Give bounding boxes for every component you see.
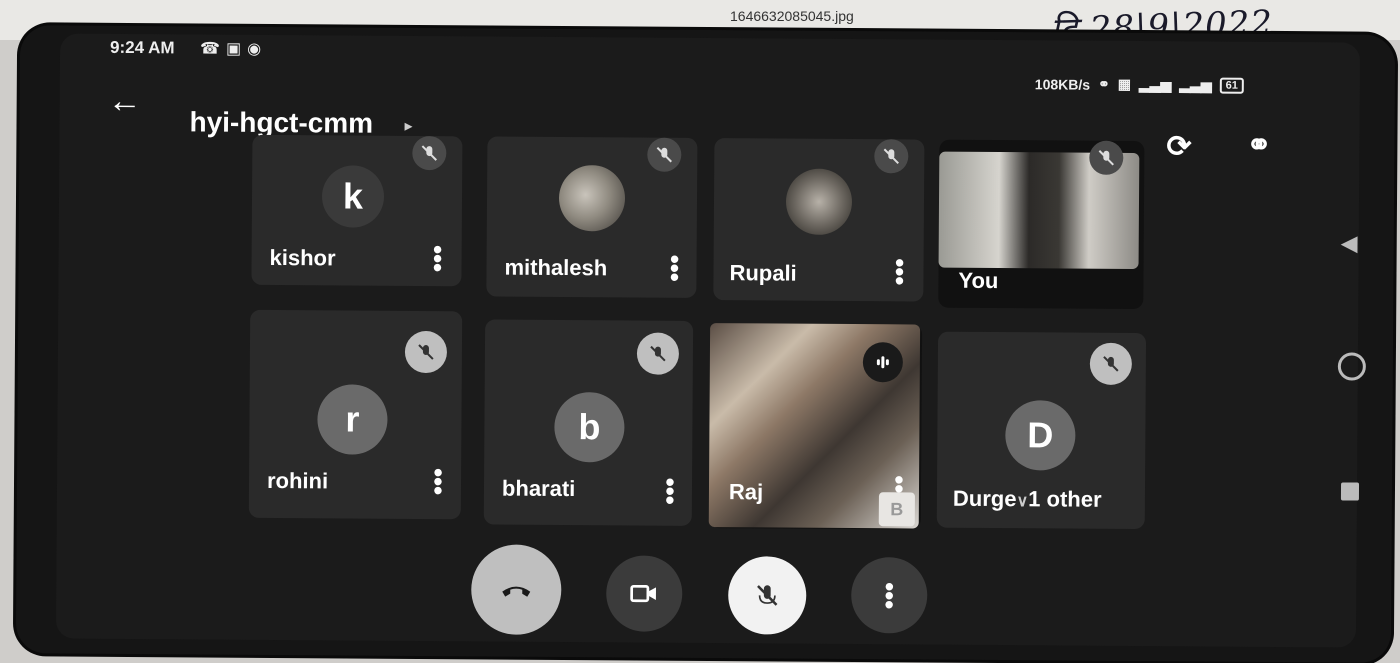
phone-frame: 9:24 AM ☎ ▣ ◉ 108KB/s ⚭ ▦ ▂▃▅ ▂▃▅ 61 ← h…: [15, 25, 1396, 663]
participant-name: Raj: [728, 479, 764, 505]
participant-name: You: [958, 267, 999, 294]
participant-tile-you[interactable]: You: [938, 139, 1145, 310]
more-options-icon[interactable]: •••: [432, 234, 444, 282]
avatar-photo: [558, 164, 626, 232]
avatar: r: [317, 384, 388, 455]
mic-off-icon: [874, 139, 909, 174]
participant-name: Durge∨1 other: [952, 485, 1102, 512]
avatar: D: [1005, 400, 1076, 471]
participant-name: bharati: [501, 475, 576, 502]
avatar: k: [321, 165, 385, 228]
mic-off-icon: [647, 137, 682, 172]
mic-toggle-button[interactable]: [727, 556, 807, 635]
more-options-icon[interactable]: •••: [432, 457, 444, 505]
avatar: b: [554, 391, 625, 463]
participant-tile-bharati[interactable]: b bharati • • •: [483, 319, 694, 526]
participant-tile-rohini[interactable]: r rohini • • •: [248, 309, 463, 520]
status-right-icons: 108KB/s ⚭ ▦ ▂▃▅ ▂▃▅ 61: [1034, 75, 1244, 94]
more-options-icon[interactable]: •••: [893, 247, 905, 295]
mic-off-icon: [1089, 342, 1133, 385]
app-icon: ▣: [225, 40, 242, 58]
data-rate: 108KB/s: [1034, 75, 1091, 93]
mic-off-icon: [412, 135, 447, 171]
more-options-icon[interactable]: •••: [668, 244, 680, 292]
participant-name: rohini: [266, 467, 329, 494]
signal-icon: ▂▃▅: [1179, 76, 1212, 93]
self-preview-thumbnail: B: [878, 492, 915, 527]
participant-tile-kishor[interactable]: k kishor • • •: [251, 134, 463, 287]
screen: 9:24 AM ☎ ▣ ◉ 108KB/s ⚭ ▦ ▂▃▅ ▂▃▅ 61 ← h…: [55, 33, 1366, 648]
end-call-button[interactable]: [470, 544, 562, 635]
home-circle-icon[interactable]: [1337, 352, 1366, 381]
switch-camera-icon[interactable]: ⟳: [1166, 129, 1191, 164]
participant-tile-durge[interactable]: D Durge∨1 other: [936, 331, 1147, 530]
mic-off-icon: [636, 332, 680, 375]
back-arrow-icon[interactable]: ←: [108, 82, 142, 121]
participant-tile-mithalesh[interactable]: mithalesh • • •: [486, 136, 698, 298]
more-options-icon[interactable]: •••: [664, 467, 676, 515]
more-options-icon: • • •: [884, 570, 894, 619]
more-options-button[interactable]: • • •: [850, 557, 928, 634]
status-left-icons: ☎ ▣ ◉: [200, 38, 261, 58]
vpn-icon: ▦: [1117, 75, 1132, 92]
whatsapp-icon: ☎: [199, 40, 221, 58]
audio-output-icon[interactable]: ⚭: [1246, 128, 1271, 163]
battery-icon: 61: [1219, 77, 1244, 94]
photo-filename: 1646632085045.jpg: [730, 8, 854, 24]
speaking-indicator-icon: [862, 342, 904, 383]
mic-off-icon: [404, 330, 448, 374]
avatar-photo: [785, 168, 853, 236]
signal-icon: ▂▃▅: [1139, 76, 1172, 93]
participant-tile-raj[interactable]: Raj ••• B: [708, 323, 923, 530]
mic-off-icon: [1089, 140, 1124, 175]
status-time: 9:24 AM: [109, 37, 175, 58]
participant-name: Rupali: [729, 260, 797, 286]
headset-icon: ⚭: [1098, 75, 1110, 92]
end-call-icon: [502, 586, 531, 597]
recents-square-icon[interactable]: [1340, 482, 1360, 501]
camera-icon: [630, 584, 656, 603]
participant-tile-rupali[interactable]: Rupali • • •: [713, 138, 925, 302]
other-participants-count: 1 other: [1028, 486, 1102, 512]
chevron-right-icon[interactable]: ▸: [404, 116, 412, 136]
camera-toggle-button[interactable]: [605, 555, 683, 632]
camera-icon: ◉: [247, 40, 262, 58]
back-triangle-icon[interactable]: ◀: [1341, 230, 1358, 256]
mic-off-icon: [757, 585, 778, 606]
participant-name: kishor: [269, 244, 336, 271]
participant-name: mithalesh: [504, 254, 608, 281]
